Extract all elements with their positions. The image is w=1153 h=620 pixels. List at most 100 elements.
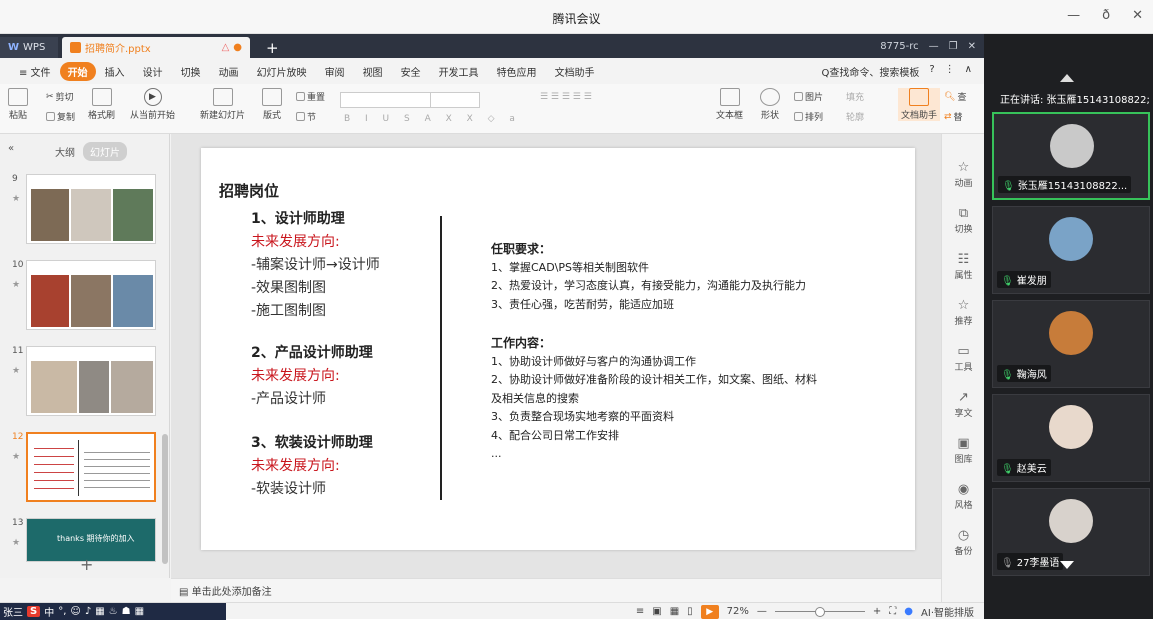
copy-button[interactable]: 复制 [46,110,75,123]
share-tool[interactable]: ↗ 享文 [942,390,985,419]
slide-thumbnail-11[interactable] [26,346,156,416]
ime-item[interactable]: 中 [44,604,54,619]
participant-tile[interactable]: 🎙︎ 张玉雁15143108822... [992,112,1150,200]
animation-tool-label: 动画 [954,179,973,189]
menu-insert[interactable]: 插入 [96,64,134,79]
slide-star-icon: ★ [12,452,21,462]
text-box-button[interactable]: 文本框 [716,88,743,121]
paragraph-buttons[interactable]: ☰ ☰ ☰ ☰ ☰ [540,92,592,102]
wps-minimize-button[interactable]: — [929,41,939,52]
slide-thumbnail-panel: « 大纲 幻灯片 9 ★ 10 ★ 11 ★ 12 ★ 13 ★ thanks … [0,134,170,578]
sorter-view-icon[interactable]: ▦ [670,606,679,617]
wps-restore-button[interactable]: ❐ [949,41,958,52]
ime-tools-icon[interactable]: ☗ [122,606,131,617]
picture-button[interactable]: 图片 [794,90,823,103]
layout-button[interactable]: 版式 [262,88,282,121]
search-command-input[interactable]: Q查找命令、搜索模板 [821,64,919,79]
new-tab-button[interactable]: + [258,37,287,58]
menu-animation[interactable]: 动画 [210,64,248,79]
format-painter-button[interactable]: 格式刷 [88,88,115,121]
scroll-up-arrow-icon[interactable] [1060,74,1074,82]
animation-tool[interactable]: ☆ 动画 [942,160,985,189]
ime-skin-icon[interactable]: ♨ [109,606,118,617]
zoom-slider[interactable] [774,607,865,617]
menu-view[interactable]: 视图 [354,64,392,79]
style-tool[interactable]: ◉ 风格 [942,482,985,511]
add-slide-button[interactable]: + [80,555,93,574]
help-button[interactable]: ? [929,64,934,79]
ime-item[interactable]: °, [58,606,66,617]
menu-developer[interactable]: 开发工具 [430,64,488,79]
scroll-down-arrow-icon[interactable] [1060,561,1074,569]
from-current-button[interactable]: ▶ 从当前开始 [130,88,175,121]
collapse-ribbon-button[interactable]: ∧ [965,64,972,79]
find-button[interactable]: 🔍︎ 查 [944,90,966,104]
recommend-tool[interactable]: ☆ 推荐 [942,298,985,327]
ai-layout-button[interactable]: AI·智能排版 [921,604,974,619]
ime-voice-icon[interactable]: ♪ [85,606,91,617]
participant-tile[interactable]: 🎙︎ 崔发朋 [992,206,1150,294]
notes-area[interactable]: ▤ 单击此处添加备注 [171,578,941,602]
gallery-tool[interactable]: ▣ 图库 [942,436,985,465]
menu-review[interactable]: 审阅 [316,64,354,79]
font-style-buttons[interactable]: B I U S A X X ◇ a [344,114,521,124]
menu-design[interactable]: 设计 [134,64,172,79]
minimize-button[interactable]: — [1067,8,1080,23]
slideshow-play-button[interactable]: ▶ [700,604,719,619]
new-slide-button[interactable]: 新建幻灯片 [200,88,245,121]
wps-home-tab[interactable]: W WPS [0,37,58,58]
outline-tab[interactable]: 大纲 [55,144,75,159]
fill-button[interactable]: 填充 [846,90,864,103]
menu-file[interactable]: ≡ 文件 [10,64,60,79]
participant-tile[interactable]: 🎙︎ 赵美云 [992,394,1150,482]
slide-thumbnail-12[interactable] [26,432,156,502]
collapse-panel-button[interactable]: « [8,143,14,154]
reading-view-icon[interactable]: ▯ [687,606,693,617]
notes-toggle-icon[interactable]: ≡ [636,606,644,617]
menu-transition[interactable]: 切换 [172,64,210,79]
tools-tool[interactable]: ▭ 工具 [942,344,985,373]
menu-features[interactable]: 特色应用 [488,64,546,79]
transition-tool[interactable]: ⧉ 切换 [942,206,985,235]
backup-tool[interactable]: ◷ 备份 [942,528,985,557]
panel-header: « 大纲 幻灯片 [0,142,170,161]
more-button[interactable]: ⋮ [945,64,955,79]
zoom-level[interactable]: 72% [727,606,749,617]
paste-button[interactable]: 粘贴 [8,88,28,121]
cut-button[interactable]: ✂ 剪切 [46,90,74,104]
normal-view-icon[interactable]: ▣ [652,606,661,617]
input-method-bar[interactable]: 张三 S 中 °, ☺ ♪ ▦ ♨ ☗ ▦ [0,603,226,620]
ime-emoji-icon[interactable]: ☺ [70,606,80,617]
zoom-in-button[interactable]: + [873,606,881,617]
status-bar: 张三 S 中 °, ☺ ♪ ▦ ♨ ☗ ▦ ≡ ▣ ▦ ▯ ▶ 72% — + … [0,602,984,620]
slides-tab[interactable]: 幻灯片 [83,142,127,161]
thumbnail-scrollbar[interactable] [162,434,168,564]
document-tab[interactable]: 招聘简介.pptx △ ● [62,37,250,58]
section-button[interactable]: 节 [296,110,316,123]
slide-thumbnail-10[interactable] [26,260,156,330]
menu-security[interactable]: 安全 [392,64,430,79]
ime-grid-icon[interactable]: ▦ [135,606,144,617]
fit-window-icon[interactable]: ⛶ [889,606,896,617]
reset-label: 重置 [307,93,326,103]
font-size-select[interactable] [430,92,480,108]
reset-button[interactable]: 重置 [296,90,325,103]
properties-tool[interactable]: ☷ 属性 [942,252,985,281]
participant-tile[interactable]: 🎙︎ 鞠海风 [992,300,1150,388]
restore-button[interactable]: ð [1102,8,1110,23]
arrange-button[interactable]: 排列 [794,110,823,123]
ime-keyboard-icon[interactable]: ▦ [95,606,104,617]
close-button[interactable]: ✕ [1132,8,1143,23]
replace-button[interactable]: ⇄ 替 [944,110,963,124]
job-heading: 2、产品设计师助理 [251,345,373,361]
menu-slideshow[interactable]: 幻灯片放映 [248,64,316,79]
zoom-out-button[interactable]: — [757,606,767,617]
doc-assistant-button[interactable]: 文档助手 [898,88,941,121]
slide-thumbnail-9[interactable] [26,174,156,244]
wps-close-button[interactable]: ✕ [968,41,976,52]
current-slide[interactable]: 招聘岗位 1、设计师助理 未来发展方向: -辅案设计师→设计师 -效果图制图 -… [201,148,915,550]
shape-button[interactable]: 形状 [760,88,780,121]
outline-button[interactable]: 轮廓 [846,110,864,123]
menu-doc-assistant[interactable]: 文档助手 [546,64,604,79]
menu-home[interactable]: 开始 [59,61,96,81]
